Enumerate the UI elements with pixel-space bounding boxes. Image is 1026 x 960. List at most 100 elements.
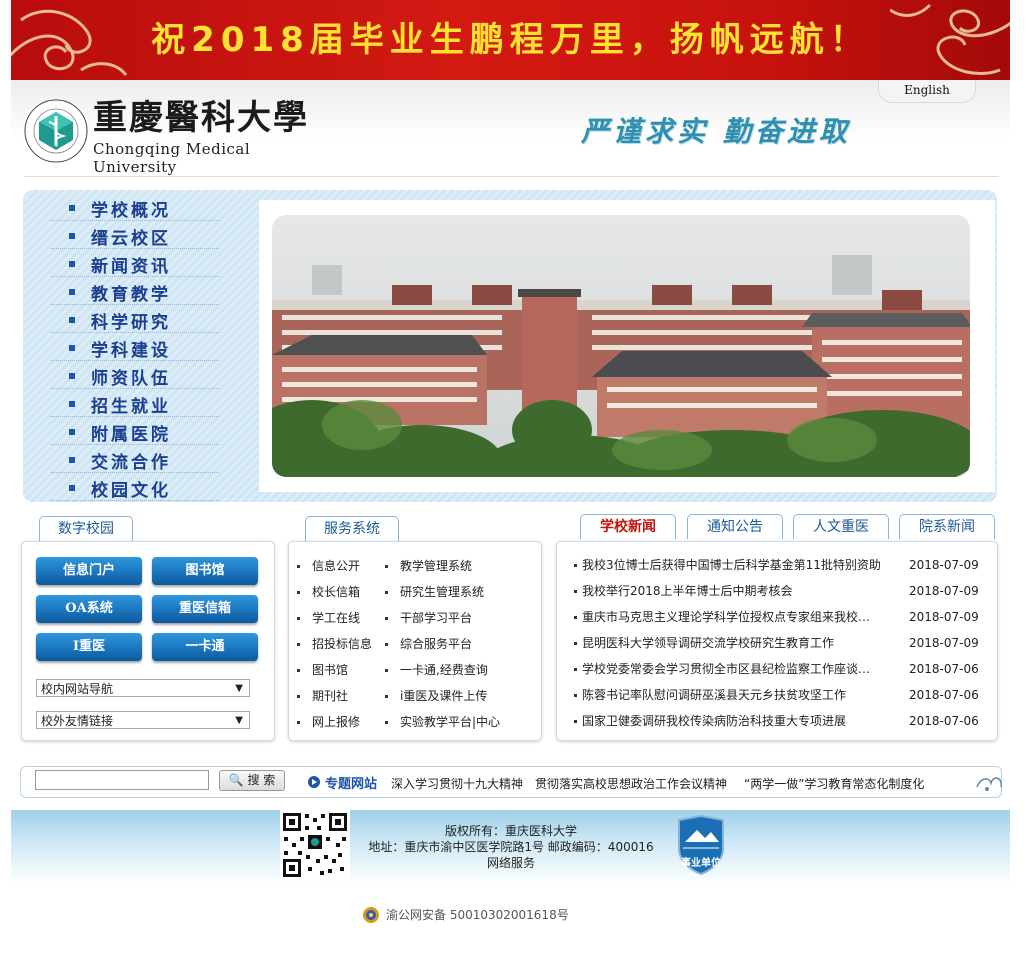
service-link[interactable]: 综合服务平台 <box>385 635 472 652</box>
decorative-cloud-icon <box>976 777 1002 791</box>
campus-buildings-image <box>272 215 970 477</box>
service-link[interactable]: 图书馆 <box>297 661 348 678</box>
news-title[interactable]: 陈蓉书记率队慰问调研巫溪县天元乡扶贫攻坚工作 <box>582 682 882 708</box>
tab-department-news[interactable]: 院系新闻 <box>899 514 995 539</box>
tab-notices[interactable]: 通知公告 <box>687 514 783 539</box>
nav-label: 师资队伍 <box>91 369 171 389</box>
news-date: 2018-07-06 <box>909 714 979 728</box>
footer-copyright: 版权所有：重庆医科大学 <box>444 824 577 838</box>
service-link[interactable]: 学工在线 <box>297 609 360 626</box>
english-link[interactable]: English <box>878 80 976 103</box>
page: 祝2018届毕业生鹏程万里，扬帆远航！ English 重慶醫科大學 Chong… <box>11 0 1010 884</box>
bullet-icon <box>69 429 75 435</box>
service-link[interactable]: 研究生管理系统 <box>385 583 484 600</box>
news-date: 2018-07-09 <box>909 610 979 624</box>
logo-chinese-name: 重慶醫科大學 <box>93 98 309 138</box>
bullet-icon <box>69 345 75 351</box>
footer: 版权所有：重庆医科大学 地址：重庆市渝中区医学院路1号 邮政编码：400016 … <box>11 810 1010 884</box>
search-button-label: 搜 索 <box>247 773 276 787</box>
public-institution-badge[interactable]: 事业单位 <box>675 814 727 876</box>
graduation-banner: 祝2018届毕业生鹏程万里，扬帆远航！ <box>11 0 1010 80</box>
news-title[interactable]: 国家卫健委调研我校传染病防治科技重大专项进展 <box>582 708 882 734</box>
news-title[interactable]: 重庆市马克思主义理论学科学位授权点专家组来我校开展评估 <box>582 604 882 630</box>
service-link[interactable]: i重医及课件上传 <box>385 687 487 704</box>
nav-item-overview[interactable]: 学校概况 <box>51 193 219 221</box>
special-link-19th-congress[interactable]: 深入学习贯彻十九大精神 <box>391 775 523 792</box>
campus-card-button[interactable]: 一卡通 <box>152 633 258 661</box>
search-icon: 🔍 <box>228 773 244 787</box>
service-link[interactable]: 期刊社 <box>297 687 348 704</box>
special-link-ideological-work[interactable]: 贯彻落实高校思想政治工作会议精神 <box>535 775 727 792</box>
nav-label: 校园文化 <box>91 481 171 501</box>
nav-label: 新闻资讯 <box>91 257 171 277</box>
banner-text: 祝2018届毕业生鹏程万里，扬帆远航！ <box>151 20 870 60</box>
main-nav: 学校概况 缙云校区 新闻资讯 教育教学 科学研究 学科建设 师资队伍 招生就业 … <box>51 193 219 501</box>
nav-item-education[interactable]: 教育教学 <box>51 277 219 305</box>
nav-item-admissions[interactable]: 招生就业 <box>51 389 219 417</box>
nav-label: 缙云校区 <box>91 229 171 249</box>
info-portal-button[interactable]: 信息门户 <box>36 557 142 585</box>
select-value: 校内网站导航 <box>41 682 114 696</box>
nav-item-jinyun-campus[interactable]: 缙云校区 <box>51 221 219 249</box>
internal-sites-select[interactable]: 校内网站导航 ▼ <box>36 679 250 697</box>
service-link[interactable]: 实验教学平台|中心 <box>385 713 500 730</box>
nav-label: 交流合作 <box>91 453 171 473</box>
news-item[interactable]: 我校3位博士后获得中国博士后科学基金第11批特别资助 2018-07-09 <box>565 552 981 578</box>
header: English 重慶醫科大學 Chongqing Medical Univers… <box>11 80 1010 178</box>
nav-item-disciplines[interactable]: 学科建设 <box>51 333 219 361</box>
news-title[interactable]: 我校3位博士后获得中国博士后科学基金第11批特别资助 <box>582 552 882 578</box>
digital-campus-box: 信息门户 图书馆 OA系统 重医信箱 I重医 一卡通 校内网站导航 ▼ 校外友情… <box>21 541 275 741</box>
bullet-icon <box>69 457 75 463</box>
news-item[interactable]: 我校举行2018上半年博士后中期考核会 2018-07-09 <box>565 578 981 604</box>
news-item[interactable]: 陈蓉书记率队慰问调研巫溪县天元乡扶贫攻坚工作 2018-07-06 <box>565 682 981 708</box>
news-title[interactable]: 我校举行2018上半年博士后中期考核会 <box>582 578 882 604</box>
news-item[interactable]: 国家卫健委调研我校传染病防治科技重大专项进展 2018-07-06 <box>565 708 981 734</box>
service-link[interactable]: 校长信箱 <box>297 583 360 600</box>
dropdown-arrow-icon: ▼ <box>235 715 243 726</box>
news-item[interactable]: 学校党委常委会学习贯彻全市区县纪检监察工作座谈会精神 2018-07-06 <box>565 656 981 682</box>
university-logo[interactable]: 重慶醫科大學 Chongqing Medical University <box>23 98 323 176</box>
tab-school-news[interactable]: 学校新闻 <box>580 514 676 539</box>
nav-item-research[interactable]: 科学研究 <box>51 305 219 333</box>
oa-system-button[interactable]: OA系统 <box>36 595 142 623</box>
mailbox-button[interactable]: 重医信箱 <box>152 595 258 623</box>
news-item[interactable]: 昆明医科大学领导调研交流学校研究生教育工作 2018-07-09 <box>565 630 981 656</box>
news-item[interactable]: 重庆市马克思主义理论学科学位授权点专家组来我校开展评估 2018-07-09 <box>565 604 981 630</box>
service-link[interactable]: 网上报修 <box>297 713 360 730</box>
footer-network-service[interactable]: 网络服务 <box>351 854 671 871</box>
service-link[interactable]: 一卡通,经费查询 <box>385 661 488 678</box>
tab-digital-campus[interactable]: 数字校园 <box>39 516 133 541</box>
i-cqmu-button[interactable]: I重医 <box>36 633 142 661</box>
select-value: 校外友情链接 <box>41 714 114 728</box>
news-date: 2018-07-09 <box>909 558 979 572</box>
police-badge-icon <box>363 907 379 923</box>
special-sites-label: 专题网站 <box>325 777 378 792</box>
service-link[interactable]: 干部学习平台 <box>385 609 472 626</box>
footer-address: 地址：重庆市渝中区医学院路1号 邮政编码：400016 <box>368 840 654 854</box>
external-links-select[interactable]: 校外友情链接 ▼ <box>36 711 250 729</box>
search-input[interactable] <box>35 770 209 790</box>
news-title[interactable]: 昆明医科大学领导调研交流学校研究生教育工作 <box>582 630 882 656</box>
library-button[interactable]: 图书馆 <box>152 557 258 585</box>
nav-item-news[interactable]: 新闻资讯 <box>51 249 219 277</box>
nav-item-exchange[interactable]: 交流合作 <box>51 445 219 473</box>
search-button[interactable]: 🔍 搜 索 <box>219 770 285 791</box>
bullet-icon <box>69 485 75 491</box>
tab-humanities[interactable]: 人文重医 <box>793 514 889 539</box>
service-link[interactable]: 信息公开 <box>297 557 360 574</box>
nav-label: 招生就业 <box>91 397 171 417</box>
logo-english-name: Chongqing Medical University <box>93 140 251 176</box>
nav-item-hospitals[interactable]: 附属医院 <box>51 417 219 445</box>
bullet-icon <box>69 205 75 211</box>
nav-item-faculty[interactable]: 师资队伍 <box>51 361 219 389</box>
news-title[interactable]: 学校党委常委会学习贯彻全市区县纪检监察工作座谈会精神 <box>582 656 882 682</box>
service-link[interactable]: 教学管理系统 <box>385 557 472 574</box>
service-link[interactable]: 招投标信息 <box>297 635 372 652</box>
special-link-two-studies[interactable]: “两学一做”学习教育常态化制度化 <box>744 775 924 792</box>
tab-services[interactable]: 服务系统 <box>305 516 399 541</box>
public-security-filing-link[interactable]: 渝公网安备 50010302001618号 <box>386 906 569 923</box>
nav-item-campus-culture[interactable]: 校园文化 <box>51 473 219 501</box>
university-motto: 严谨求实 勤奋进取 <box>581 115 851 148</box>
photo-frame <box>259 200 995 492</box>
campus-photo[interactable] <box>272 215 970 477</box>
